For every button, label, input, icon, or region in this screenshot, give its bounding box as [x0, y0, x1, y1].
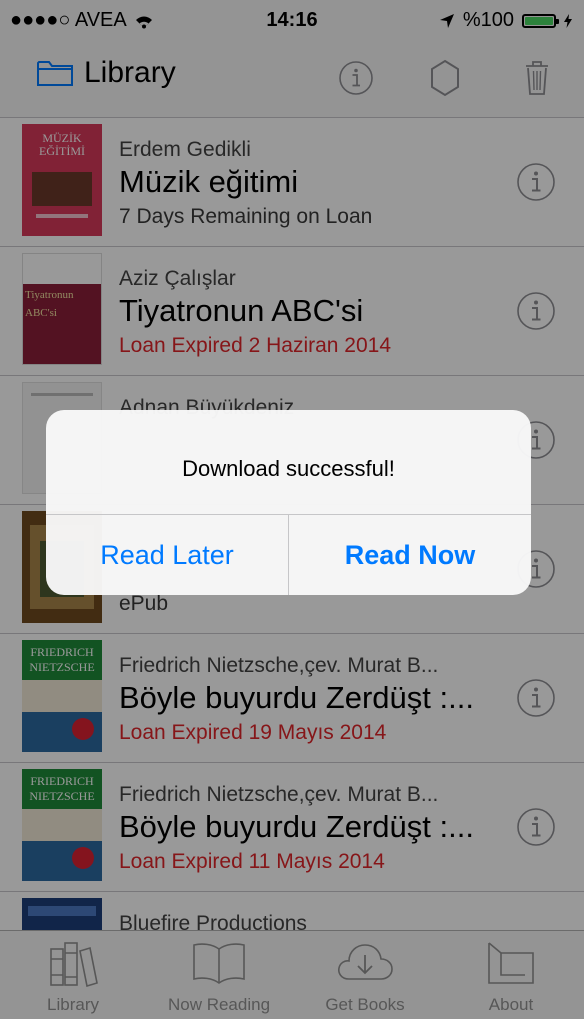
download-alert: Download successful! Read Later Read Now	[46, 410, 531, 595]
read-later-button[interactable]: Read Later	[46, 515, 288, 595]
app-screen: ●●●●○ AVEA 14:16 %100 Library MÜZİK EĞİT…	[0, 0, 584, 1019]
alert-message: Download successful!	[182, 456, 395, 481]
read-now-button[interactable]: Read Now	[289, 515, 531, 595]
